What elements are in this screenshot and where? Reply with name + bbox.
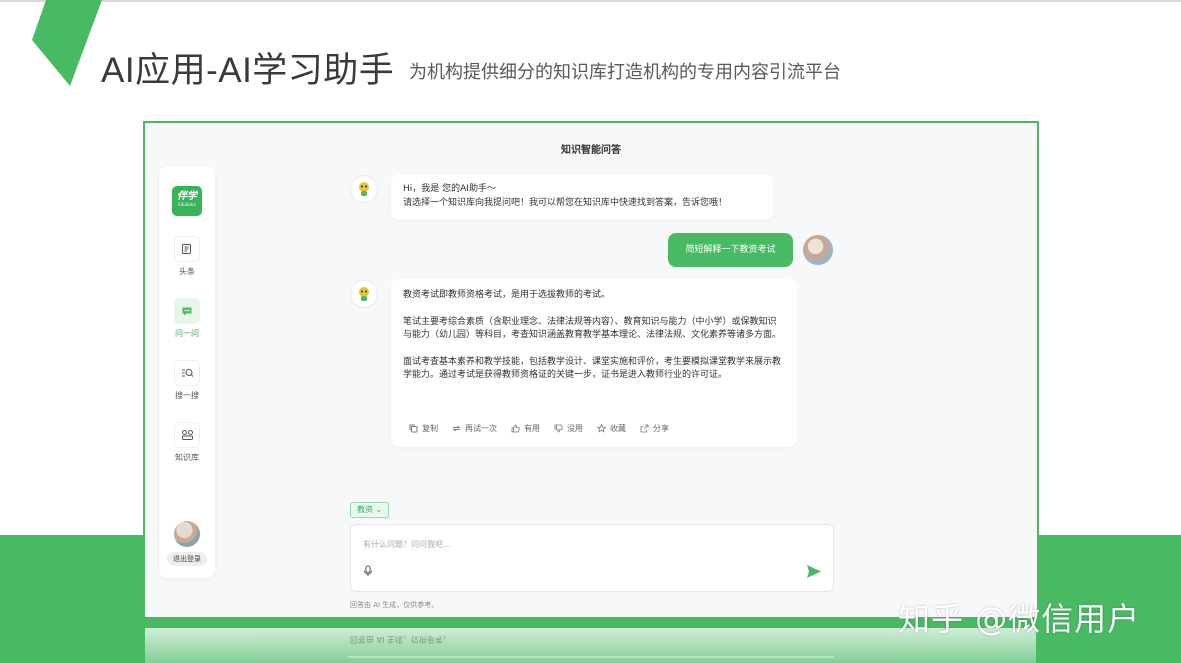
search-list-icon: [174, 360, 200, 386]
thumbs-down-icon: [554, 424, 563, 433]
sidebar-item-label: 头条: [179, 267, 195, 276]
sidebar-item-label: 知识库: [175, 453, 199, 462]
slide-accent-shape: [32, 0, 102, 86]
not-useful-label: 没用: [567, 424, 583, 433]
question-input[interactable]: 有什么问题？问问我吧…: [350, 524, 834, 592]
bot-answer-bubble: 教资考试即教师资格考试，是用于选拔教师的考试。 笔试主要考综合素质（含职业理念、…: [391, 279, 797, 447]
ai-disclaimer: 回答由 AI 生成，仅供参考。: [350, 601, 439, 609]
microphone-icon[interactable]: [363, 565, 373, 577]
retry-icon: [452, 425, 461, 432]
copy-button[interactable]: 复制: [409, 422, 438, 436]
greeting-line-1: Hi，我是 您的AI助手～: [403, 184, 496, 194]
app-screenshot-frame: 知识智能问答 伴学 EduSaha 头条 问一问 搜一搜 知识库 退出登录 Hi…: [143, 121, 1039, 619]
knowledge-tag-label: 教资: [357, 505, 373, 514]
answer-action-bar: 复制 再试一次 有用 没用 收藏 分享: [409, 422, 669, 436]
sidebar-item-knowledge-base[interactable]: 知识库: [159, 422, 215, 463]
copy-icon: [409, 424, 418, 433]
bot-avatar-icon: [350, 280, 378, 308]
answer-paragraph: 笔试主要考综合素质（含职业理念、法律法规等内容）、教育知识与能力（中小学）或保教…: [403, 316, 782, 341]
useful-button[interactable]: 有用: [511, 422, 540, 436]
share-icon: [640, 424, 649, 433]
chevron-down-icon: ⌄: [375, 505, 383, 514]
bot-avatar-icon: [350, 175, 378, 203]
send-icon[interactable]: [806, 564, 822, 579]
user-avatar: [803, 235, 833, 265]
sidebar-item-label: 搜一搜: [175, 391, 199, 400]
app-title: 知识智能问答: [561, 145, 621, 156]
avatar[interactable]: [174, 521, 200, 547]
favorite-label: 收藏: [610, 424, 626, 433]
answer-paragraph: 面试考查基本素养和教学技能，包括教学设计、课堂实施和评价，考生要模拟课堂教学来展…: [403, 356, 782, 381]
greeting-line-2: 请选择一个知识库向我提问吧！我可以帮您在知识库中快速找到答案，告诉您哦！: [403, 197, 728, 208]
logout-button[interactable]: 退出登录: [167, 552, 207, 566]
chat-bubble-icon: [174, 298, 200, 324]
share-button[interactable]: 分享: [640, 422, 669, 436]
question-input-placeholder: 有什么问题？问问我吧…: [363, 540, 451, 549]
top-divider: [0, 0, 1181, 2]
document-icon: [174, 236, 200, 262]
not-useful-button[interactable]: 没用: [554, 422, 583, 436]
bot-greeting-bubble: Hi，我是 您的AI助手～ 请选择一个知识库向我提问吧！我可以帮您在知识库中快速…: [391, 174, 773, 220]
logo-subtext: EduSaha: [178, 202, 196, 207]
star-icon: [597, 424, 606, 433]
app-logo[interactable]: 伴学 EduSaha: [172, 186, 202, 216]
watermark: 知乎 @微信用户: [898, 600, 1141, 638]
sidebar-item-search[interactable]: 搜一搜: [159, 360, 215, 401]
retry-label: 再试一次: [465, 424, 497, 433]
logo-text: 伴学: [177, 191, 197, 202]
sidebar-item-headlines[interactable]: 头条: [159, 236, 215, 277]
knowledge-base-icon: [174, 422, 200, 448]
thumbs-up-icon: [511, 424, 520, 433]
copy-label: 复制: [422, 424, 438, 433]
reflection-bar: [348, 656, 834, 658]
favorite-button[interactable]: 收藏: [597, 422, 626, 436]
retry-button[interactable]: 再试一次: [452, 422, 497, 436]
reflection-text: 回答由 AI 生成，仅供参考。: [350, 635, 451, 644]
knowledge-base-selector[interactable]: 教资 ⌄: [350, 502, 390, 518]
share-label: 分享: [653, 424, 669, 433]
answer-paragraph: 教资考试即教师资格考试，是用于选拔教师的考试。: [403, 290, 611, 300]
sidebar: 伴学 EduSaha 头条 问一问 搜一搜 知识库 退出登录: [159, 166, 215, 578]
sidebar-item-label: 问一问: [175, 329, 199, 338]
useful-label: 有用: [524, 424, 540, 433]
sidebar-item-ask[interactable]: 问一问: [159, 298, 215, 339]
slide-subtitle: 为机构提供细分的知识库打造机构的专用内容引流平台: [409, 62, 841, 83]
slide-title: AI应用-AI学习助手: [101, 51, 395, 90]
user-message-bubble: 简短解释一下教资考试: [668, 233, 793, 267]
